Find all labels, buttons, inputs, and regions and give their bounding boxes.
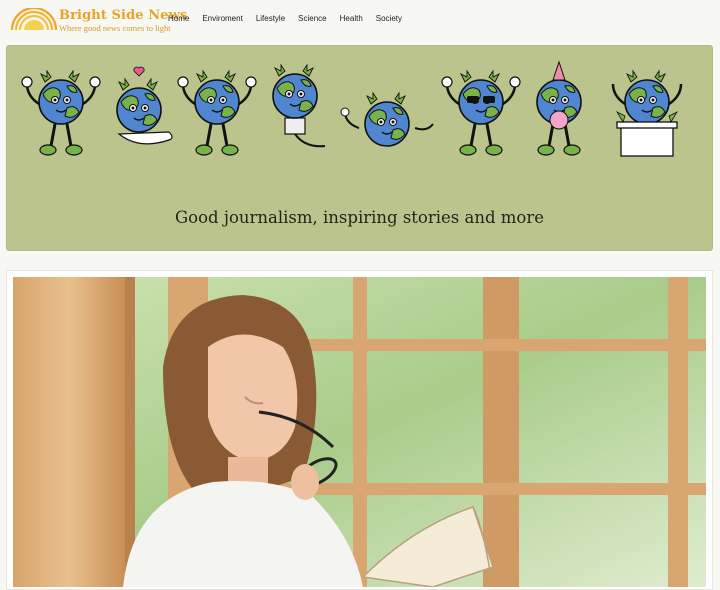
sunrise-logo-icon[interactable] — [10, 8, 58, 32]
site-header: Bright Side News Where good news comes t… — [0, 0, 720, 42]
hero-banner: Good journalism, inspiring stories and m… — [6, 45, 713, 251]
nav-enviroment[interactable]: Enviroment — [202, 14, 242, 23]
brand-tagline: Where good news comes to light — [59, 23, 171, 33]
nav-health[interactable]: Health — [340, 14, 363, 23]
feature-photo-card[interactable] — [6, 270, 713, 590]
hero-heading: Good journalism, inspiring stories and m… — [174, 208, 545, 227]
woman-reading-photo[interactable] — [13, 277, 706, 587]
nav-lifestyle[interactable]: Lifestyle — [256, 14, 285, 23]
nav-science[interactable]: Science — [298, 14, 326, 23]
nav-home[interactable]: Home — [168, 14, 189, 23]
nav-society[interactable]: Society — [376, 14, 402, 23]
main-nav: Home Enviroment Lifestyle Science Health… — [168, 14, 415, 23]
earth-characters-illustration — [20, 60, 683, 157]
